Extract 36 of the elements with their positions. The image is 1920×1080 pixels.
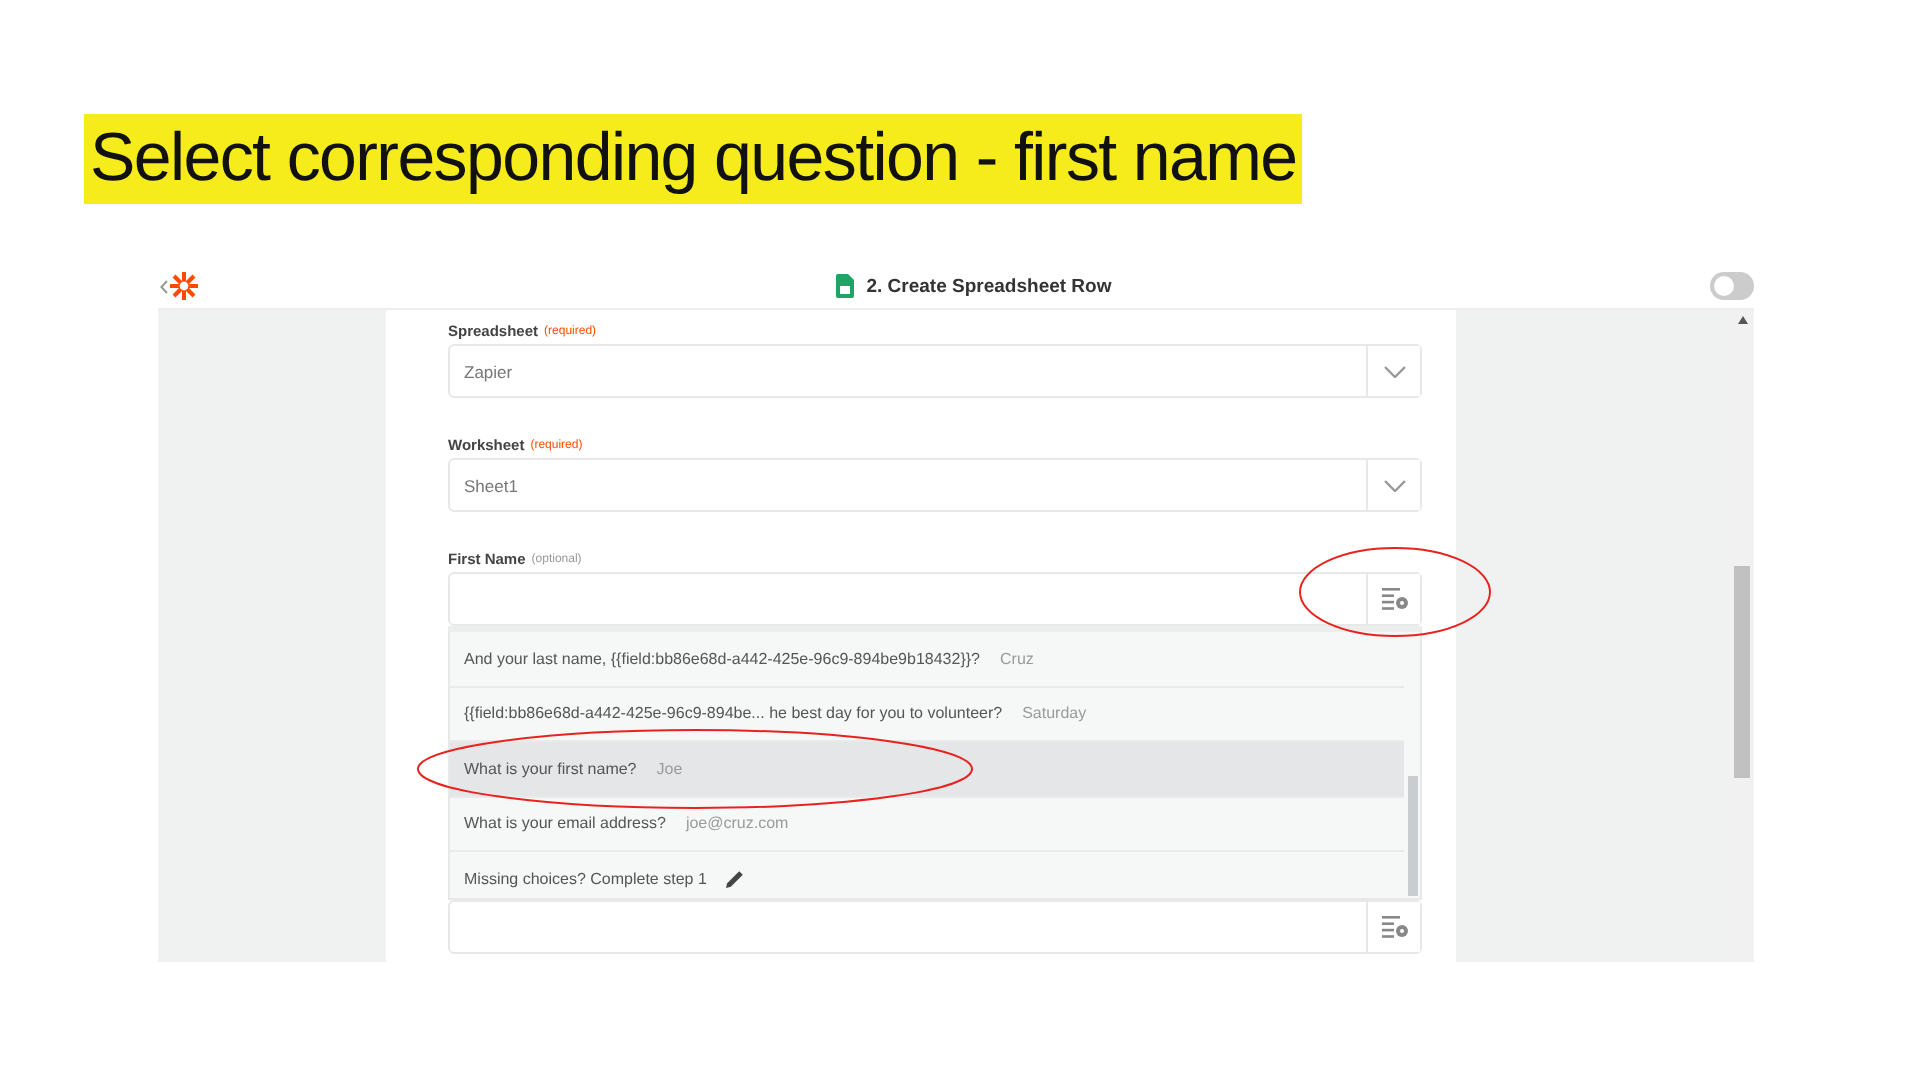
spreadsheet-icon [836, 274, 855, 298]
insert-data-button[interactable] [1366, 902, 1420, 952]
list-scrollbar[interactable] [1408, 776, 1418, 896]
insert-data-icon [1381, 916, 1407, 938]
scroll-up-icon[interactable] [1737, 316, 1747, 324]
dropdown-button[interactable] [1366, 460, 1420, 510]
choice-item[interactable]: And your last name, {{field:bb86e68d-a442-425e-96c9-894be9b18432}}? Cruz [450, 632, 1404, 687]
sample-value: joe@cruz.com [685, 814, 789, 833]
dropdown-button[interactable] [1366, 346, 1420, 396]
choice-question: {{field:bb86e68d-a442-425e-96c9-894be... he best day for you to volunteer? [464, 704, 1003, 723]
choice-question: And your last name, {{field:bb86e68d-a442-425e-96c9-894be9b18432}}? [464, 649, 980, 668]
step-title: 2. Create Spreadsheet Row [866, 275, 1112, 297]
select-field[interactable]: Sheet1 [448, 458, 1422, 512]
scrollbar-thumb[interactable] [1734, 566, 1750, 778]
choice-item[interactable]: What is your first name? Joe [450, 742, 1404, 797]
insert-data-button[interactable] [1366, 574, 1420, 624]
choice-item[interactable]: What is your email address? joe@cruz.com [450, 797, 1404, 852]
toggle-switch[interactable] [1710, 272, 1754, 300]
select-field[interactable]: Zapier [448, 344, 1422, 398]
choice-question: What is your first name? [464, 759, 637, 778]
choice-question: Missing choices? Complete step 1 [464, 869, 707, 888]
input-field[interactable] [448, 900, 1422, 954]
insert-data-icon [1381, 588, 1407, 610]
field-value: Sheet1 [464, 475, 518, 495]
choice-question: What is your email address? [464, 814, 666, 833]
slide-title: Select corresponding question - first name [84, 114, 1303, 204]
chevron-down-icon [1383, 365, 1405, 377]
sample-value: Joe [656, 759, 683, 778]
back-chevron-icon[interactable] [160, 279, 168, 293]
logo-icon [170, 272, 198, 300]
input-field[interactable] [448, 572, 1422, 626]
sample-value: Cruz [1000, 649, 1034, 668]
sample-value: Saturday [1022, 704, 1087, 723]
pencil-icon [726, 869, 745, 888]
field-value: Zapier [464, 361, 513, 381]
chevron-down-icon [1383, 479, 1405, 491]
